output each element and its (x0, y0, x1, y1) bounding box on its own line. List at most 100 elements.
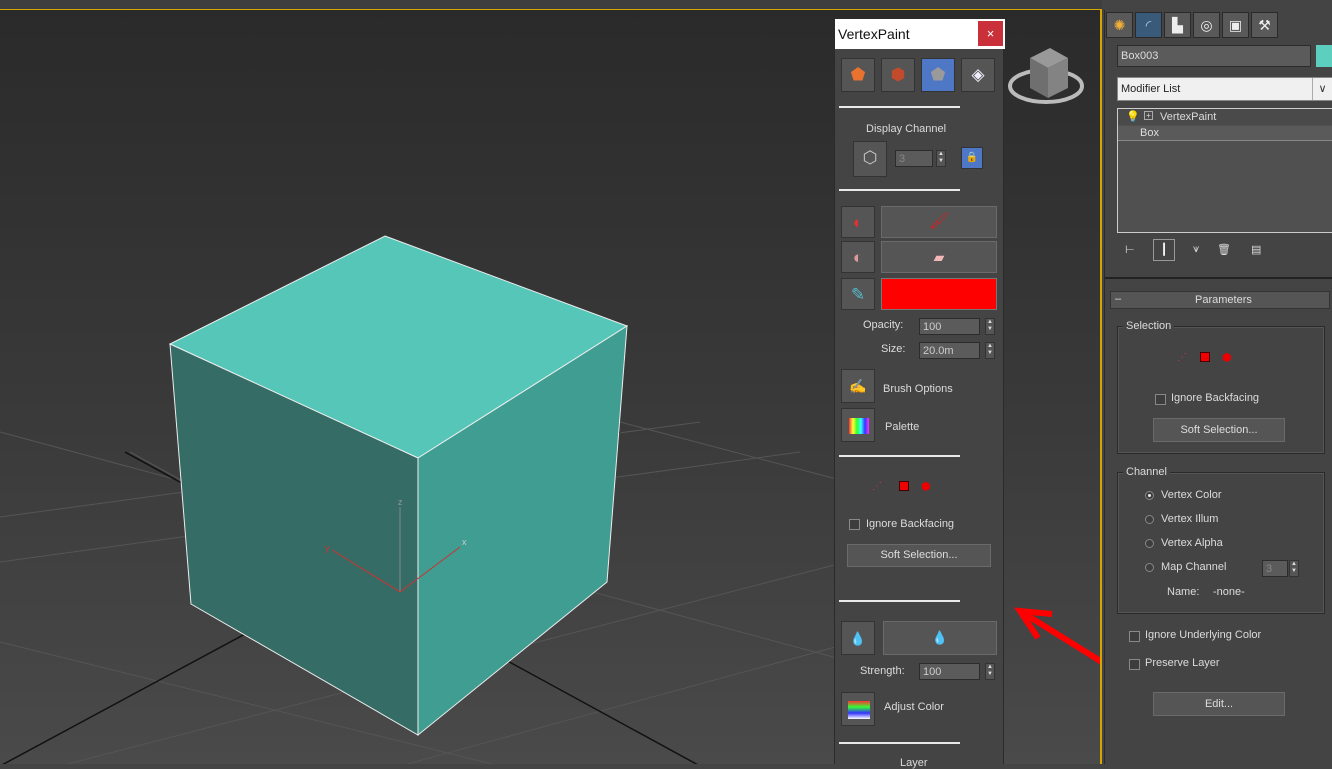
configure-sets-icon[interactable]: ▤ (1251, 243, 1261, 256)
object-color-swatch[interactable] (1316, 45, 1332, 67)
map-channel-spinner[interactable]: ▲ ▼ (1289, 560, 1299, 577)
object-name-field[interactable]: Box003 (1117, 45, 1311, 67)
size-spinner[interactable]: ▲ ▼ (985, 342, 995, 359)
face-selection-icon[interactable] (1200, 352, 1210, 362)
display-monitor-icon: ▣ (1228, 17, 1243, 33)
divider (1105, 277, 1332, 279)
tab-motion[interactable]: ◎ (1193, 12, 1220, 38)
stack-item-label: VertexPaint (1160, 111, 1217, 123)
soft-selection-button[interactable]: Soft Selection... (847, 544, 991, 567)
chevron-down-icon: ∨ (1312, 78, 1332, 100)
vertex-color-display-shaded-button[interactable]: ⬢ (881, 58, 915, 92)
edit-button[interactable]: Edit... (1153, 692, 1285, 716)
palette-label: Palette (885, 421, 920, 433)
modifier-list-dropdown[interactable]: Modifier List ∨ (1117, 77, 1332, 101)
brush-options-icon: ✍ (849, 378, 867, 394)
radio-vertex-illum-label: Vertex Illum (1161, 513, 1219, 525)
pin-stack-icon[interactable]: ⊢ (1125, 243, 1135, 256)
expand-plus-icon[interactable]: + (1144, 111, 1153, 120)
erase-all-button[interactable]: ◐ (841, 241, 875, 273)
collapse-minus-icon: – (1115, 293, 1122, 305)
ignore-backfacing-label: Ignore Backfacing (866, 518, 955, 530)
separator (839, 106, 960, 108)
element-selection-icon[interactable]: ⬢ (921, 480, 931, 493)
radio-vertex-color[interactable] (1145, 491, 1154, 500)
display-channel-button[interactable]: ⬡ (853, 141, 887, 177)
size-field[interactable]: 20.0m (919, 342, 980, 359)
hammer-icon: ⚒ (1258, 17, 1271, 33)
annotation-arrow (1014, 607, 1100, 665)
viewcube (1008, 48, 1084, 104)
palette-icon (849, 418, 869, 434)
axis-z-label: z (398, 497, 403, 507)
separator (839, 189, 960, 191)
show-end-result-button[interactable]: ┃ (1153, 239, 1175, 261)
eyedropper-icon: ✎ (850, 285, 866, 304)
adjust-color-button[interactable] (841, 692, 875, 726)
palette-button[interactable] (841, 408, 875, 442)
gray-shield-icon: ⬟ (930, 65, 946, 84)
opacity-spinner[interactable]: ▲ ▼ (985, 318, 995, 335)
viewport-top-bar (0, 0, 1102, 10)
element-selection-icon[interactable]: ⬢ (1222, 351, 1232, 364)
strength-spinner[interactable]: ▲ ▼ (985, 663, 995, 680)
motion-icon: ◎ (1200, 17, 1213, 33)
ignore-backfacing-label: Ignore Backfacing (1171, 392, 1260, 404)
close-button[interactable]: × (978, 21, 1003, 46)
erase-button[interactable]: ▰ (881, 241, 997, 273)
ignore-underlying-color-label: Ignore Underlying Color (1145, 629, 1262, 641)
display-channel-field[interactable]: 3 (895, 150, 933, 167)
tab-create[interactable]: ✺ (1106, 12, 1133, 38)
remove-modifier-icon[interactable]: 🗑 (1217, 243, 1231, 256)
preserve-layer-checkbox[interactable] (1129, 659, 1140, 670)
parameters-rollout-header[interactable]: – Parameters (1110, 291, 1330, 309)
blur-all-button[interactable]: 💧 (841, 621, 875, 655)
make-unique-icon[interactable]: ⩛ (1193, 243, 1199, 256)
color-cube-icon: ⬢ (890, 65, 906, 84)
channel-group-label: Channel (1123, 466, 1170, 478)
lock-icon: 🔒 (965, 152, 979, 163)
radio-map-channel[interactable] (1145, 563, 1154, 572)
drop-icon: 💧 (849, 631, 867, 646)
paint-all-button[interactable]: ◐ (841, 206, 875, 238)
soft-selection-button[interactable]: Soft Selection... (1153, 418, 1285, 442)
disable-vertex-color-display-button[interactable]: ⬟ (921, 58, 955, 92)
erase-bucket-icon: ◐ (852, 248, 864, 267)
tab-utilities[interactable]: ⚒ (1251, 12, 1278, 38)
tab-modify[interactable]: ◜ (1135, 12, 1162, 38)
color-picker-button[interactable]: ✎ (841, 278, 875, 310)
display-channel-spinner[interactable]: ▲ ▼ (936, 150, 946, 167)
paint-color-swatch[interactable] (881, 278, 997, 310)
radio-vertex-illum[interactable] (1145, 515, 1154, 524)
vertex-selection-icon[interactable]: ⋰ (1177, 352, 1187, 363)
brush-options-button[interactable]: ✍ (841, 369, 875, 403)
stack-item-vertexpaint[interactable]: 💡 + VertexPaint (1118, 109, 1332, 125)
toggle-texture-display-button[interactable]: ◈ (961, 58, 995, 92)
ignore-backfacing-checkbox[interactable] (849, 519, 860, 530)
ignore-underlying-color-checkbox[interactable] (1129, 631, 1140, 642)
paint-bucket-icon: ◐ (852, 213, 864, 232)
tab-display[interactable]: ▣ (1222, 12, 1249, 38)
command-panel: ✺ ◜ ▙ ◎ ▣ ⚒ Box003 Modifier List ∨ 💡 + V… (1104, 10, 1332, 764)
paint-button[interactable]: 🖌 (881, 206, 997, 238)
eraser-icon: ▰ (933, 249, 945, 265)
strength-field[interactable]: 100 (919, 663, 980, 680)
opacity-field[interactable]: 100 (919, 318, 980, 335)
face-selection-icon[interactable] (899, 481, 909, 491)
map-channel-field[interactable]: 3 (1262, 560, 1288, 577)
ignore-backfacing-checkbox[interactable] (1155, 394, 1166, 405)
adjust-color-icon (848, 701, 870, 719)
blur-brush-button[interactable]: 💧 (883, 621, 997, 655)
stack-item-box[interactable]: Box (1118, 126, 1332, 141)
lightbulb-icon[interactable]: 💡 (1126, 110, 1140, 123)
radio-vertex-alpha[interactable] (1145, 539, 1154, 548)
size-label: Size: (881, 343, 906, 355)
vertex-paint-panel: VertexPaint × ⬟ ⬢ ⬟ ◈ Display Channel ⬡ … (834, 19, 1005, 769)
display-channel-label: Display Channel (866, 123, 947, 135)
lock-button[interactable]: 🔒 (961, 147, 983, 169)
sun-icon: ✺ (1113, 17, 1126, 33)
vertex-selection-icon[interactable]: ⋰ (872, 481, 882, 492)
tab-hierarchy[interactable]: ▙ (1164, 12, 1191, 38)
vertex-color-display-unshaded-button[interactable]: ⬟ (841, 58, 875, 92)
radio-map-channel-label: Map Channel (1161, 561, 1227, 573)
